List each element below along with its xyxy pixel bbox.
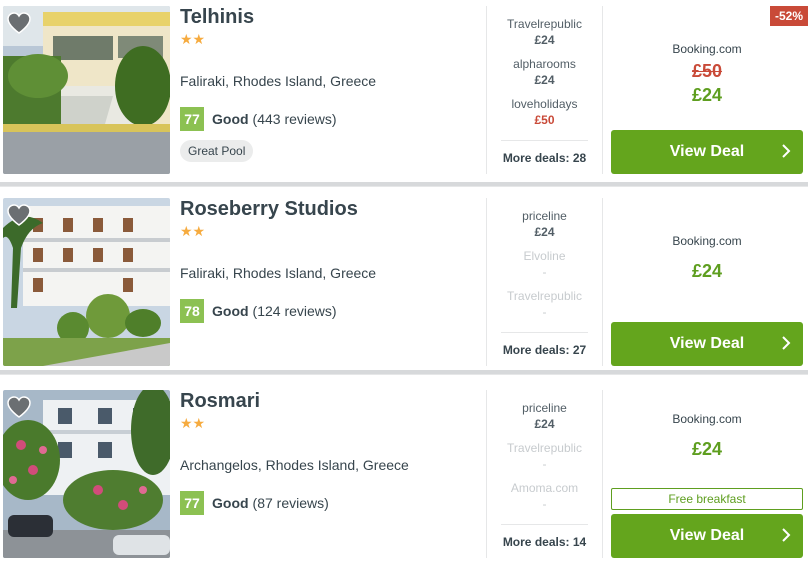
other-deals: priceline £24 Elvoline - Travelrepublic … xyxy=(486,198,603,366)
reviews-count[interactable]: (443 reviews) xyxy=(253,111,337,127)
hotel-name[interactable]: Telhinis xyxy=(180,5,480,29)
deal-provider: Travelrepublic xyxy=(507,441,582,455)
deal-price: £50 xyxy=(534,113,555,127)
best-deal: Booking.com £24 View Deal xyxy=(611,198,803,366)
view-deal-label: View Deal xyxy=(669,335,745,352)
other-deals: Travelrepublic £24 alpharooms £24 loveho… xyxy=(486,6,603,174)
chevron-right-icon xyxy=(781,335,791,351)
deal-item[interactable]: priceline £24 xyxy=(487,198,602,239)
deal-item[interactable]: Travelrepublic - xyxy=(487,278,602,319)
hotel-results-list: Telhinis ★★ Faliraki, Rhodes Island, Gre… xyxy=(0,0,808,564)
hotel-name[interactable]: Rosmari xyxy=(180,389,480,413)
deal-price: - xyxy=(542,305,547,319)
best-deal: Booking.com £24 Free breakfast View Deal xyxy=(611,390,803,558)
favorite-heart-icon[interactable] xyxy=(7,204,31,226)
hotel-location: Faliraki, Rhodes Island, Greece xyxy=(180,73,377,89)
best-price: £24 xyxy=(691,85,723,105)
hotel-card: Rosmari ★★ Archangelos, Rhodes Island, G… xyxy=(0,384,808,564)
hotel-info: Telhinis ★★ Faliraki, Rhodes Island, Gre… xyxy=(180,5,480,162)
rating-label: Good xyxy=(212,111,249,127)
hotel-info: Roseberry Studios ★★ Faliraki, Rhodes Is… xyxy=(180,197,480,323)
hotel-location: Archangelos, Rhodes Island, Greece xyxy=(180,457,409,473)
score-badge: 77 xyxy=(180,491,204,515)
deal-item[interactable]: priceline £24 xyxy=(487,390,602,431)
deal-provider: Elvoline xyxy=(523,249,566,263)
star-rating-icon: ★★ xyxy=(180,31,206,47)
deal-provider: Travelrepublic xyxy=(507,289,582,303)
deal-provider: Travelrepublic xyxy=(507,17,582,31)
reviews-count[interactable]: (87 reviews) xyxy=(253,495,329,511)
rating-row: 78 Good (124 reviews) xyxy=(180,299,480,323)
best-price: £24 xyxy=(691,439,723,459)
deal-provider: alpharooms xyxy=(513,57,576,71)
deal-item[interactable]: Travelrepublic - xyxy=(487,430,602,471)
star-rating-icon: ★★ xyxy=(180,223,206,239)
deal-price: - xyxy=(542,497,547,511)
chevron-right-icon xyxy=(781,143,791,159)
favorite-heart-icon[interactable] xyxy=(7,12,31,34)
rating-row: 77 Good (443 reviews) xyxy=(180,107,480,131)
old-price: £50 xyxy=(691,61,723,81)
rating-row: 77 Good (87 reviews) xyxy=(180,491,480,515)
hotel-location: Faliraki, Rhodes Island, Greece xyxy=(180,265,377,281)
free-breakfast-badge: Free breakfast xyxy=(611,488,803,510)
score-badge: 78 xyxy=(180,299,204,323)
hotel-info: Rosmari ★★ Archangelos, Rhodes Island, G… xyxy=(180,389,480,515)
more-deals-link[interactable]: More deals: 28 xyxy=(501,140,588,174)
view-deal-button[interactable]: View Deal xyxy=(611,514,803,558)
more-deals-link[interactable]: More deals: 27 xyxy=(501,332,588,366)
favorite-heart-icon[interactable] xyxy=(7,396,31,418)
discount-badge: -52% xyxy=(769,6,808,26)
deal-item[interactable]: Elvoline - xyxy=(487,238,602,279)
best-deal-provider: Booking.com xyxy=(672,234,742,248)
deal-item[interactable]: Travelrepublic £24 xyxy=(487,6,602,47)
hotel-card: Roseberry Studios ★★ Faliraki, Rhodes Is… xyxy=(0,192,808,374)
best-deal-provider: Booking.com xyxy=(672,42,742,56)
other-deals: priceline £24 Travelrepublic - Amoma.com… xyxy=(486,390,603,558)
deal-item[interactable]: loveholidays £50 xyxy=(487,86,602,127)
deal-item[interactable]: Amoma.com - xyxy=(487,470,602,511)
hotel-name[interactable]: Roseberry Studios xyxy=(180,197,480,221)
rating-label: Good xyxy=(212,495,249,511)
deal-provider: priceline xyxy=(522,401,567,415)
score-badge: 77 xyxy=(180,107,204,131)
view-deal-label: View Deal xyxy=(669,143,745,160)
view-deal-label: View Deal xyxy=(669,527,745,544)
reviews-count[interactable]: (124 reviews) xyxy=(253,303,337,319)
best-deal: Booking.com £50 £24 View Deal xyxy=(611,6,803,174)
deal-provider: priceline xyxy=(522,209,567,223)
rating-label: Good xyxy=(212,303,249,319)
star-rating-icon: ★★ xyxy=(180,415,206,431)
more-deals-link[interactable]: More deals: 14 xyxy=(501,524,588,558)
best-price: £24 xyxy=(691,261,723,281)
chevron-right-icon xyxy=(781,527,791,543)
amenity-tag: Great Pool xyxy=(180,140,254,162)
hotel-card: Telhinis ★★ Faliraki, Rhodes Island, Gre… xyxy=(0,0,808,186)
deal-provider: loveholidays xyxy=(511,97,578,111)
deal-provider: Amoma.com xyxy=(510,481,579,495)
best-deal-provider: Booking.com xyxy=(672,412,742,426)
deal-item[interactable]: alpharooms £24 xyxy=(487,46,602,87)
view-deal-button[interactable]: View Deal xyxy=(611,322,803,366)
view-deal-button[interactable]: View Deal xyxy=(611,130,803,174)
